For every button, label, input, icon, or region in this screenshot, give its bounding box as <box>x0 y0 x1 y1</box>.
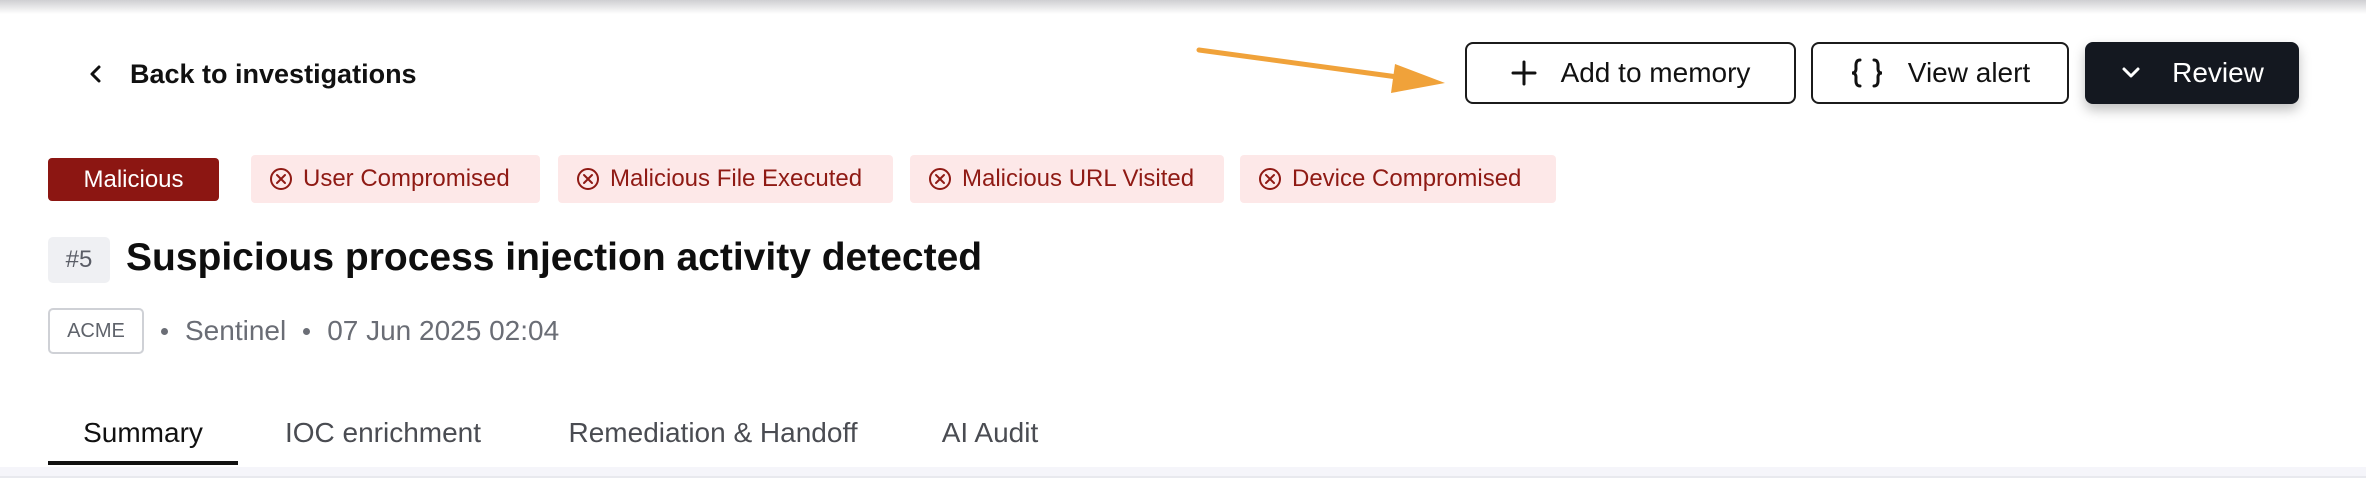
top-shadow <box>0 0 2366 14</box>
x-circle-icon <box>269 167 293 191</box>
tag-label: Device Compromised <box>1292 165 1522 192</box>
x-circle-icon <box>928 167 952 191</box>
tab-summary[interactable]: Summary <box>48 403 238 465</box>
tab-ai-audit[interactable]: AI Audit <box>918 403 1062 465</box>
content-area-edge <box>0 467 2366 476</box>
separator-dot <box>303 327 311 335</box>
tag-malicious-file-executed: Malicious File Executed <box>558 155 893 203</box>
investigation-number-badge: #5 <box>48 237 110 283</box>
tag-label: Malicious File Executed <box>610 165 863 192</box>
separator-dot <box>161 327 168 335</box>
tag-device-compromised: Device Compromised <box>1240 155 1556 203</box>
back-link-label: Back to investigations <box>130 58 417 89</box>
tab-remediation-handoff[interactable]: Remediation & Handoff <box>548 403 878 465</box>
active-tab-indicator <box>48 461 238 465</box>
add-to-memory-button[interactable]: Add to memory <box>1465 42 1796 104</box>
view-alert-button[interactable]: View alert <box>1811 42 2069 104</box>
tab-ioc-enrichment[interactable]: IOC enrichment <box>256 403 510 465</box>
braces-icon <box>1850 58 1884 88</box>
tag-malicious-url-visited: Malicious URL Visited <box>910 155 1224 203</box>
source-label: Sentinel <box>185 315 287 346</box>
review-button[interactable]: Review <box>2085 42 2299 104</box>
plus-icon <box>1511 60 1537 86</box>
page-title: Suspicious process injection activity de… <box>126 236 983 279</box>
back-to-investigations-link[interactable]: Back to investigations <box>84 52 417 96</box>
tag-label: User Compromised <box>303 165 510 192</box>
review-label: Review <box>2172 57 2264 88</box>
verdict-badge: Malicious <box>48 158 219 201</box>
chevron-down-icon <box>2120 62 2142 84</box>
tenant-badge: ACME <box>48 308 144 354</box>
add-to-memory-label: Add to memory <box>1560 57 1751 88</box>
x-circle-icon <box>576 167 600 191</box>
view-alert-label: View alert <box>1907 57 2031 88</box>
annotation-arrow <box>1196 47 1445 93</box>
tag-label: Malicious URL Visited <box>962 165 1195 192</box>
timestamp-label: 07 Jun 2025 02:04 <box>327 315 560 346</box>
investigation-meta: ACME Sentinel 07 Jun 2025 02:04 <box>48 308 559 354</box>
x-circle-icon <box>1258 167 1282 191</box>
tag-user-compromised: User Compromised <box>251 155 540 203</box>
chevron-left-icon <box>84 62 108 86</box>
